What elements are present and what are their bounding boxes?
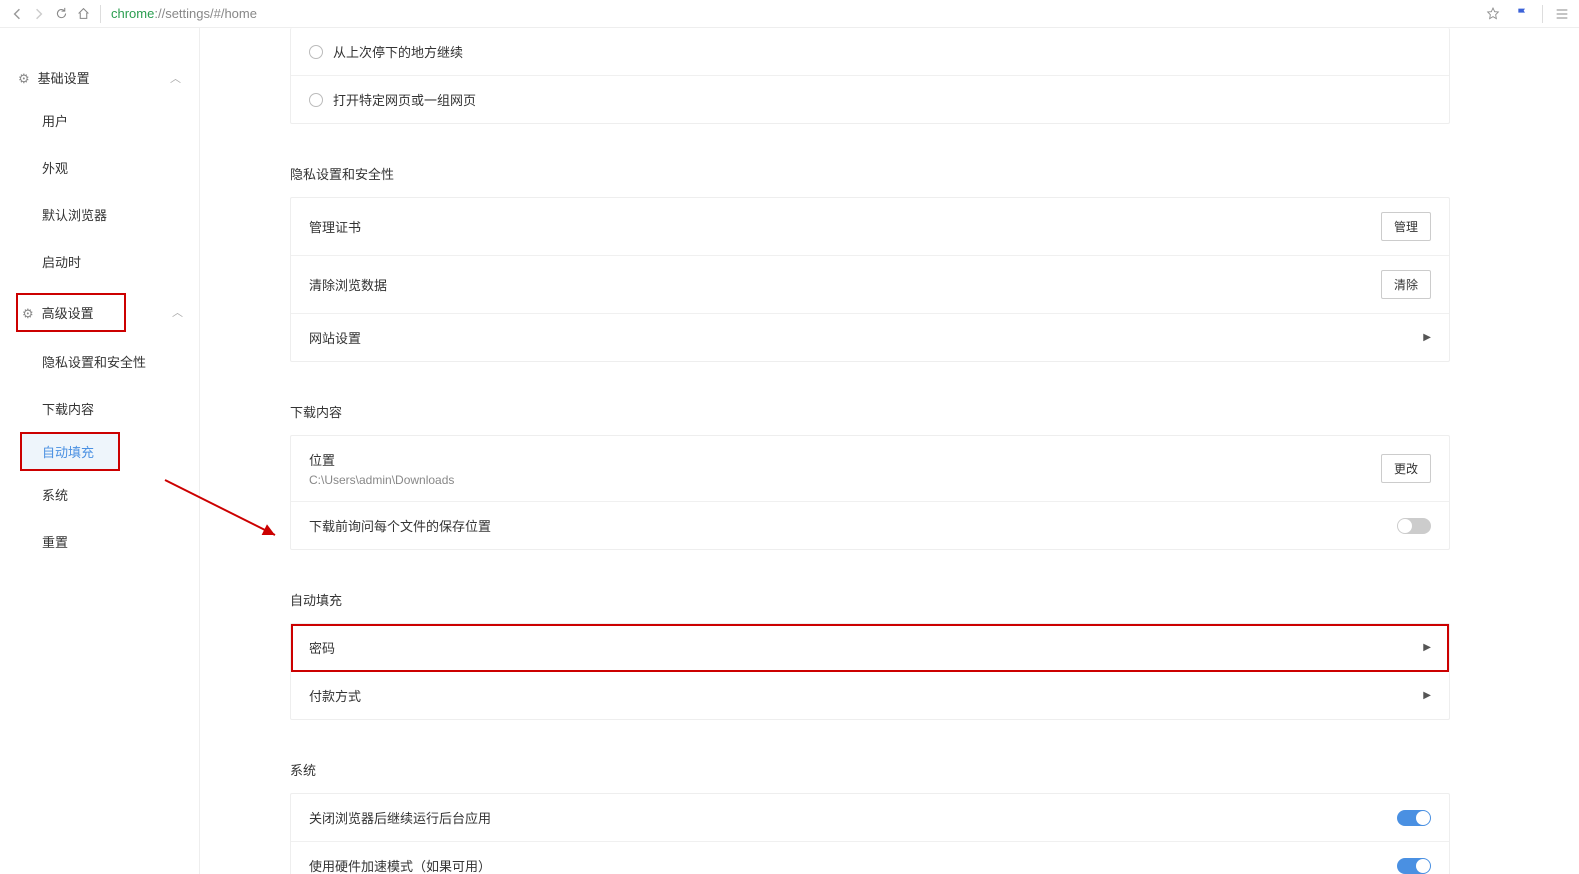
autofill-pwd-label: 密码 — [309, 638, 335, 657]
toolbar-divider-right — [1542, 5, 1543, 23]
sidebar-item-reset[interactable]: 重置 — [0, 518, 199, 565]
startup-card: 从上次停下的地方继续 打开特定网页或一组网页 — [290, 28, 1450, 124]
download-ask-label: 下载前询问每个文件的保存位置 — [309, 516, 491, 535]
system-hw-row: 使用硬件加速模式（如果可用） — [291, 842, 1449, 874]
autofill-payment-row[interactable]: 付款方式 ▶ — [291, 672, 1449, 719]
gear-icon: ⚙ — [18, 71, 30, 86]
chevron-up-icon: ︿ — [172, 307, 183, 319]
system-bg-label: 关闭浏览器后继续运行后台应用 — [309, 808, 491, 827]
flag-icon[interactable] — [1512, 3, 1534, 25]
menu-icon[interactable] — [1551, 3, 1573, 25]
radio-icon — [309, 45, 323, 59]
radio-icon — [309, 93, 323, 107]
privacy-site-row[interactable]: 网站设置 ▶ — [291, 314, 1449, 361]
startup-continue-label: 从上次停下的地方继续 — [333, 42, 463, 61]
star-icon[interactable] — [1482, 3, 1504, 25]
reload-button[interactable] — [50, 3, 72, 25]
gear-icon: ⚙ — [22, 306, 34, 321]
back-button[interactable] — [6, 3, 28, 25]
privacy-clear-row: 清除浏览数据 清除 — [291, 256, 1449, 314]
autofill-pay-label: 付款方式 — [309, 686, 361, 705]
autofill-passwords-row[interactable]: 密码 ▶ — [291, 624, 1449, 672]
url-path: ://settings/#/home — [154, 6, 257, 21]
download-loc-label: 位置 — [309, 450, 454, 469]
sidebar-item-startup[interactable]: 启动时 — [0, 238, 199, 285]
sidebar-advanced-label: 高级设置 — [42, 306, 94, 321]
autofill-title: 自动填充 — [290, 580, 1450, 623]
download-location-row: 位置 C:\Users\admin\Downloads 更改 — [291, 436, 1449, 502]
url-bar[interactable]: chrome://settings/#/home — [107, 6, 1482, 21]
system-bg-toggle[interactable] — [1397, 810, 1431, 826]
manage-certificates-button[interactable]: 管理 — [1381, 212, 1431, 241]
toolbar-right — [1482, 3, 1573, 25]
system-title: 系统 — [290, 750, 1450, 793]
download-ask-toggle[interactable] — [1397, 518, 1431, 534]
system-bg-row: 关闭浏览器后继续运行后台应用 — [291, 794, 1449, 842]
privacy-certificates-row: 管理证书 管理 — [291, 198, 1449, 256]
chevron-right-icon: ▶ — [1423, 690, 1431, 701]
home-button[interactable] — [72, 3, 94, 25]
autofill-card: 密码 ▶ 付款方式 ▶ — [290, 623, 1450, 720]
system-hw-label: 使用硬件加速模式（如果可用） — [309, 856, 491, 874]
privacy-cert-label: 管理证书 — [309, 217, 361, 236]
toolbar-divider — [100, 5, 101, 23]
download-title: 下载内容 — [290, 392, 1450, 435]
chevron-right-icon: ▶ — [1423, 642, 1431, 653]
sidebar-item-autofill[interactable]: 自动填充 — [20, 432, 120, 471]
chevron-right-icon: ▶ — [1423, 332, 1431, 343]
privacy-card: 管理证书 管理 清除浏览数据 清除 网站设置 ▶ — [290, 197, 1450, 362]
download-ask-row: 下载前询问每个文件的保存位置 — [291, 502, 1449, 549]
sidebar-item-default-browser[interactable]: 默认浏览器 — [0, 191, 199, 238]
sidebar-basic-label: 基础设置 — [38, 71, 90, 86]
sidebar-item-downloads[interactable]: 下载内容 — [0, 385, 199, 432]
chevron-up-icon: ︿ — [170, 70, 181, 86]
forward-button[interactable] — [28, 3, 50, 25]
sidebar-section-basic[interactable]: ⚙ 基础设置 ︿ — [0, 58, 199, 97]
browser-toolbar: chrome://settings/#/home — [0, 0, 1579, 28]
startup-option-pages[interactable]: 打开特定网页或一组网页 — [291, 76, 1449, 123]
privacy-site-label: 网站设置 — [309, 328, 361, 347]
sidebar: ⚙ 基础设置 ︿ 用户 外观 默认浏览器 启动时 ⚙ 高级设置 ︿ 隐私设置和安全性… — [0, 28, 200, 874]
download-loc-path: C:\Users\admin\Downloads — [309, 473, 454, 487]
startup-pages-label: 打开特定网页或一组网页 — [333, 90, 476, 109]
privacy-clear-label: 清除浏览数据 — [309, 275, 387, 294]
startup-option-continue[interactable]: 从上次停下的地方继续 — [291, 28, 1449, 76]
change-download-button[interactable]: 更改 — [1381, 454, 1431, 483]
sidebar-item-system[interactable]: 系统 — [0, 471, 199, 518]
url-scheme: chrome — [111, 6, 154, 21]
privacy-title: 隐私设置和安全性 — [290, 154, 1450, 197]
sidebar-item-privacy[interactable]: 隐私设置和安全性 — [0, 338, 199, 385]
content-area: 从上次停下的地方继续 打开特定网页或一组网页 隐私设置和安全性 管理证书 管理 — [200, 28, 1579, 874]
system-card: 关闭浏览器后继续运行后台应用 使用硬件加速模式（如果可用） 打开您计算机的代理设… — [290, 793, 1450, 874]
sidebar-item-appearance[interactable]: 外观 — [0, 144, 199, 191]
sidebar-item-users[interactable]: 用户 — [0, 97, 199, 144]
download-card: 位置 C:\Users\admin\Downloads 更改 下载前询问每个文件… — [290, 435, 1450, 550]
clear-browsing-button[interactable]: 清除 — [1381, 270, 1431, 299]
sidebar-section-advanced[interactable]: ⚙ 高级设置 — [16, 293, 126, 332]
system-hw-toggle[interactable] — [1397, 858, 1431, 874]
